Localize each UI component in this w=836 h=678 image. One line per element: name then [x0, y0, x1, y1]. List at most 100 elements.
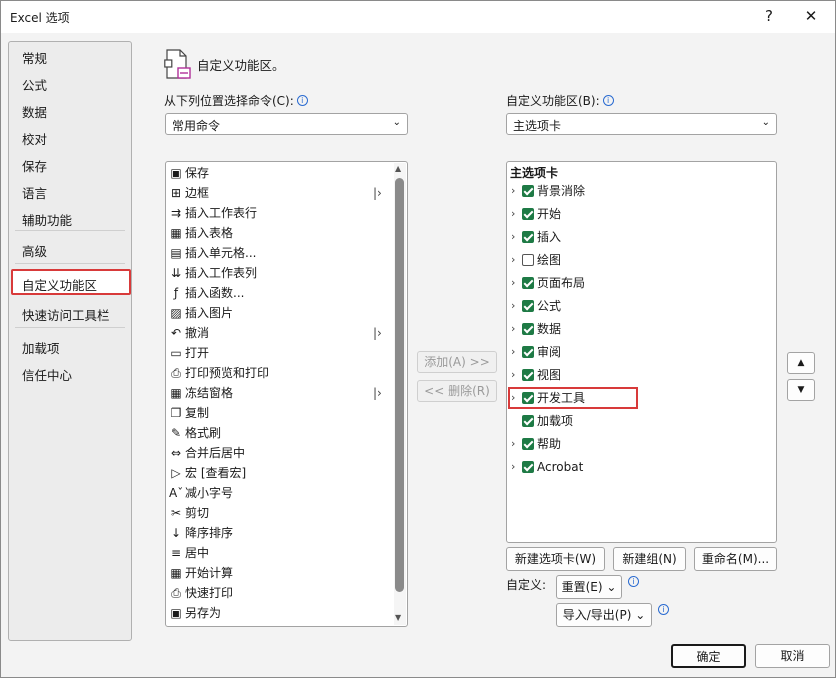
expand-chevron-icon[interactable]: ›	[511, 180, 515, 202]
tab-checkbox[interactable]	[522, 369, 534, 381]
reset-button[interactable]: 重置(E) ⌄	[556, 575, 622, 599]
ribbon-tabs-tree[interactable]: 主选项卡 › 背景消除 › 开始 › 插入 › 绘图 › 页面布局 › 公式 › 数据 › 审阅 › 视图 › 开发工…	[506, 161, 777, 543]
ribbon-tab-item[interactable]: › 绘图	[508, 249, 774, 271]
import-export-button[interactable]: 导入/导出(P) ⌄	[556, 603, 652, 627]
command-label: 宏 [查看宏]	[185, 466, 247, 480]
expand-chevron-icon[interactable]: ›	[511, 318, 515, 340]
expand-chevron-icon[interactable]: ›	[511, 295, 515, 317]
tab-checkbox[interactable]	[522, 231, 534, 243]
nav-item-general[interactable]: 常规	[22, 48, 47, 67]
command-list-item[interactable]: ▷ 宏 [查看宏]	[167, 463, 373, 483]
command-list-item[interactable]: ↓ 降序排序	[167, 523, 373, 543]
command-list-item[interactable]: ▣ 保存	[167, 163, 373, 183]
ribbon-tab-item[interactable]: › 视图	[508, 364, 774, 386]
ribbon-tab-item[interactable]: › 插入	[508, 226, 774, 248]
nav-item-save[interactable]: 保存	[22, 156, 47, 175]
command-list-item[interactable]: ✎ 格式刷	[167, 423, 373, 443]
command-list-item[interactable]: Aˇ 减小字号	[167, 483, 373, 503]
expand-chevron-icon[interactable]: ›	[511, 456, 515, 478]
ribbon-tab-item[interactable]: › 背景消除	[508, 180, 774, 202]
customize-ribbon-dropdown[interactable]: 主选项卡 ⌄	[506, 113, 777, 135]
choose-commands-dropdown[interactable]: 常用命令 ⌄	[165, 113, 408, 135]
commands-list[interactable]: ▲ ▼ ▣ 保存 ⊞ 边框 |› ⇉ 插入工作表行 ▦ 插入表格 ▤ 插入单元格... ⇊ 插入工作表列…	[165, 161, 408, 627]
move-down-button[interactable]: ▼	[787, 379, 815, 401]
info-icon[interactable]: i	[602, 95, 614, 106]
tab-checkbox[interactable]	[522, 208, 534, 220]
nav-item-customize-ribbon[interactable]: 自定义功能区	[22, 275, 97, 294]
cancel-button[interactable]: 取消	[755, 644, 830, 668]
expand-chevron-icon[interactable]: ›	[511, 364, 515, 386]
nav-item-accessibility[interactable]: 辅助功能	[22, 210, 72, 229]
tab-checkbox[interactable]	[522, 438, 534, 450]
nav-item-data[interactable]: 数据	[22, 102, 47, 121]
expand-chevron-icon[interactable]: ›	[511, 226, 515, 248]
command-list-item[interactable]: ≡ 居中	[167, 543, 373, 563]
command-list-item[interactable]: ƒ 插入函数...	[167, 283, 373, 303]
close-button[interactable]: ✕	[797, 4, 825, 28]
expand-chevron-icon[interactable]: ›	[511, 341, 515, 363]
ribbon-tab-item[interactable]: › 数据	[508, 318, 774, 340]
tab-checkbox[interactable]	[522, 415, 534, 427]
command-list-item[interactable]: ↶ 撤消 |›	[167, 323, 382, 343]
info-icon[interactable]: i	[658, 604, 669, 615]
tab-checkbox[interactable]	[522, 300, 534, 312]
page-title: 自定义功能区。	[197, 58, 285, 73]
expand-chevron-icon[interactable]: ›	[511, 203, 515, 225]
ribbon-tab-item[interactable]: 加载项	[508, 410, 774, 432]
new-group-button[interactable]: 新建组(N)	[613, 547, 686, 571]
nav-item-formulas[interactable]: 公式	[22, 75, 47, 94]
command-list-item[interactable]: ▭ 打开	[167, 343, 373, 363]
move-up-button[interactable]: ▲	[787, 352, 815, 374]
command-list-item[interactable]: ▦ 插入表格	[167, 223, 373, 243]
command-list-item[interactable]: ✂ 剪切	[167, 503, 373, 523]
ribbon-tab-item[interactable]: › 开始	[508, 203, 774, 225]
ribbon-tab-item[interactable]: › 审阅	[508, 341, 774, 363]
nav-item-add-ins[interactable]: 加载项	[22, 338, 60, 357]
info-icon[interactable]: i	[296, 95, 308, 106]
ribbon-tab-item[interactable]: › 页面布局	[508, 272, 774, 294]
expand-chevron-icon[interactable]: ›	[511, 272, 515, 294]
command-list-item[interactable]: ▤ 插入单元格...	[167, 243, 373, 263]
ribbon-tab-item[interactable]: › 帮助	[508, 433, 774, 455]
nav-item-quick-access-toolbar[interactable]: 快速访问工具栏	[22, 305, 110, 324]
ok-button[interactable]: 确定	[671, 644, 746, 668]
command-list-item[interactable]: ▣ 另存为	[167, 603, 373, 623]
command-list-item[interactable]: ⇔ 合并后居中	[167, 443, 373, 463]
nav-item-advanced[interactable]: 高级	[22, 241, 47, 260]
nav-item-language[interactable]: 语言	[22, 183, 47, 202]
tab-checkbox[interactable]	[522, 346, 534, 358]
nav-item-proofing[interactable]: 校对	[22, 129, 47, 148]
expand-chevron-icon[interactable]: ›	[511, 433, 515, 455]
excel-options-dialog: Excel 选项 ? ✕ 常规 公式 数据 校对 保存 语言 辅助功能 高级 自…	[0, 0, 836, 678]
command-list-item[interactable]: ⎙ 快速打印	[167, 583, 373, 603]
new-tab-button[interactable]: 新建选项卡(W)	[506, 547, 605, 571]
command-list-item[interactable]: ▨ 插入图片	[167, 303, 373, 323]
customize-ribbon-label: 自定义功能区(B): i	[506, 92, 614, 109]
command-list-item[interactable]: ▦ 开始计算	[167, 563, 373, 583]
help-button[interactable]: ?	[757, 4, 781, 28]
tab-checkbox[interactable]	[522, 323, 534, 335]
tab-checkbox[interactable]	[522, 185, 534, 197]
commands-scroll-thumb[interactable]	[395, 178, 404, 592]
remove-button[interactable]: << 删除(R)	[417, 380, 497, 402]
command-list-item[interactable]: ▦ 冻结窗格 |›	[167, 383, 382, 403]
tab-checkbox[interactable]	[522, 461, 534, 473]
expand-chevron-icon[interactable]: ›	[511, 249, 515, 271]
tab-checkbox[interactable]	[522, 277, 534, 289]
add-button[interactable]: 添加(A) >>	[417, 351, 497, 373]
scroll-down-icon[interactable]: ▼	[395, 613, 401, 622]
command-list-item[interactable]: ❐ 复制	[167, 403, 373, 423]
rename-button[interactable]: 重命名(M)...	[694, 547, 777, 571]
info-icon[interactable]: i	[628, 576, 639, 587]
command-list-item[interactable]: ⊞ 边框 |›	[167, 183, 382, 203]
command-list-item[interactable]: ⎙ 打印预览和打印	[167, 363, 373, 383]
command-list-item[interactable]: ⇊ 插入工作表列	[167, 263, 373, 283]
command-list-item[interactable]: ⇉ 插入工作表行	[167, 203, 373, 223]
nav-item-trust-center[interactable]: 信任中心	[22, 365, 72, 384]
command-label: 插入函数...	[185, 286, 245, 300]
tab-checkbox[interactable]	[522, 254, 534, 266]
ribbon-tab-item[interactable]: › Acrobat	[508, 456, 774, 478]
scroll-up-icon[interactable]: ▲	[395, 164, 401, 173]
ribbon-tab-item[interactable]: › 公式	[508, 295, 774, 317]
command-label: 插入工作表行	[185, 206, 258, 220]
